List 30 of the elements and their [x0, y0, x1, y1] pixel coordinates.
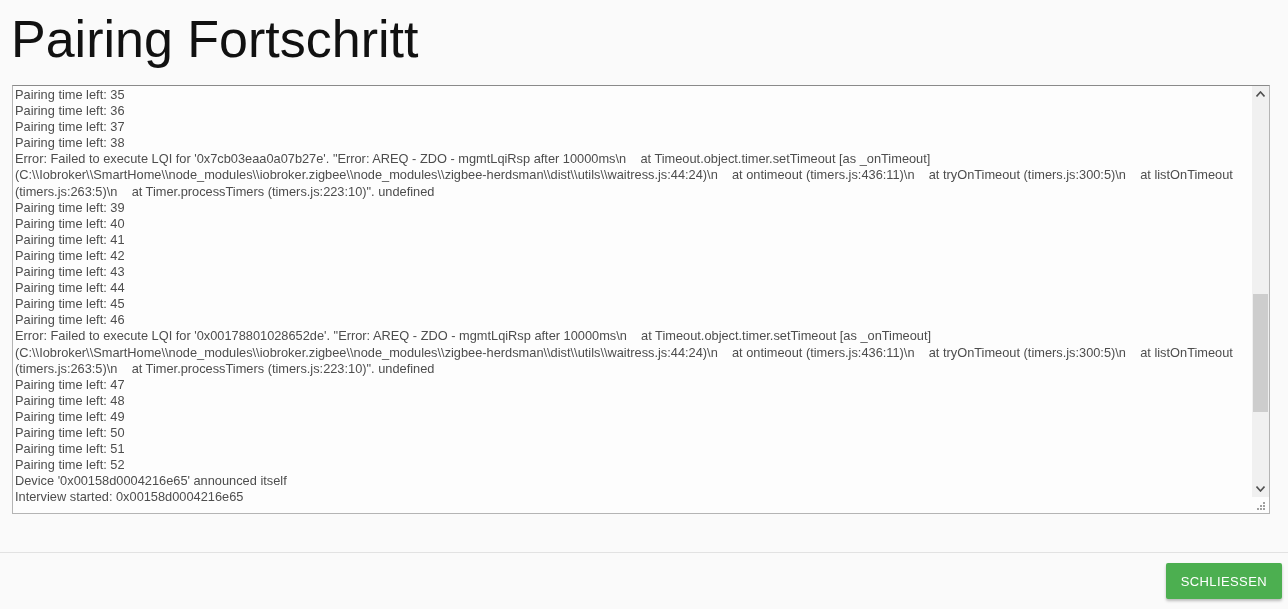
- log-line: Pairing time left: 39: [15, 199, 126, 216]
- log-line: Pairing time left: 46: [15, 312, 126, 329]
- dialog-title: Pairing Fortschritt: [11, 9, 419, 70]
- log-line: Pairing time left: 50: [15, 424, 126, 442]
- log-line: Pairing time left: 43: [15, 264, 126, 281]
- log-line: Error: Failed to execute LQI for '0x7cb03eaa0a07b27e'. "Error: AREQ - ZDO - mgmtLqiRsp after 10000ms\n at Timeout.object.timer.setTimeout [as _onTimeout] (C:\\Iobroker\\SmartHome\\node_modules\\iobroker.zigbee\\node_modules\\zigbee-herdsman\\dist\\utils\\waitress.js:44:24)\n at ontimeout (timers.js:436:11)\n at tryOnTimeout (timers.js:300:5)\n at listOnTimeout (timers.js:263:5)\n at Timer.processTimers (timers.js:223:10)". undefined: [15, 151, 1234, 200]
- resize-grip-icon[interactable]: [1257, 502, 1265, 510]
- log-line: Pairing time left: 52: [15, 457, 126, 474]
- log-line: Pairing time left: 44: [15, 280, 126, 297]
- log-line: Pairing time left: 48: [15, 392, 126, 409]
- log-line: Pairing time left: 45: [15, 296, 126, 313]
- scrollbar[interactable]: [1252, 86, 1269, 497]
- log-line: Pairing time left: 37: [15, 119, 126, 136]
- log-line: Pairing time left: 36: [15, 103, 126, 120]
- log-line: Error: Failed to execute LQI for '0x00178801028652de'. "Error: AREQ - ZDO - mgmtLqiRsp after 10000ms\n at Timeout.object.timer.setTimeout [as _onTimeout] (C:\\Iobroker\\SmartHome\\node_modules\\iobroker.zigbee\\node_modules\\zigbee-herdsman\\dist\\utils\\waitress.js:44:24)\n at ontimeout (timers.js:436:11)\n at tryOnTimeout (timers.js:300:5)\n at listOnTimeout (timers.js:263:5)\n at Timer.processTimers (timers.js:223:10)". undefined: [15, 328, 1234, 377]
- log-line: Pairing time left: 41: [15, 231, 126, 248]
- close-button[interactable]: SCHLIESSEN: [1165, 563, 1282, 599]
- log-line: Pairing time left: 40: [15, 215, 126, 232]
- log-line: Interview started: 0x00158d0004216e65: [15, 489, 245, 506]
- scroll-down-icon[interactable]: [1256, 486, 1265, 492]
- log-line: Pairing time left: 42: [15, 247, 126, 265]
- log-panel[interactable]: [12, 85, 1270, 514]
- log-line: Pairing time left: 51: [15, 441, 126, 458]
- log-line: Device '0x00158d0004216e65' announced itself: [15, 473, 288, 490]
- log-line: Pairing time left: 47: [15, 376, 126, 393]
- log-line: Pairing time left: 38: [15, 135, 126, 152]
- log-line: Pairing time left: 49: [15, 408, 126, 425]
- scrollbar-thumb[interactable]: [1253, 294, 1268, 412]
- scroll-up-icon[interactable]: [1256, 91, 1265, 97]
- log-line: Pairing time left: 35: [15, 87, 126, 104]
